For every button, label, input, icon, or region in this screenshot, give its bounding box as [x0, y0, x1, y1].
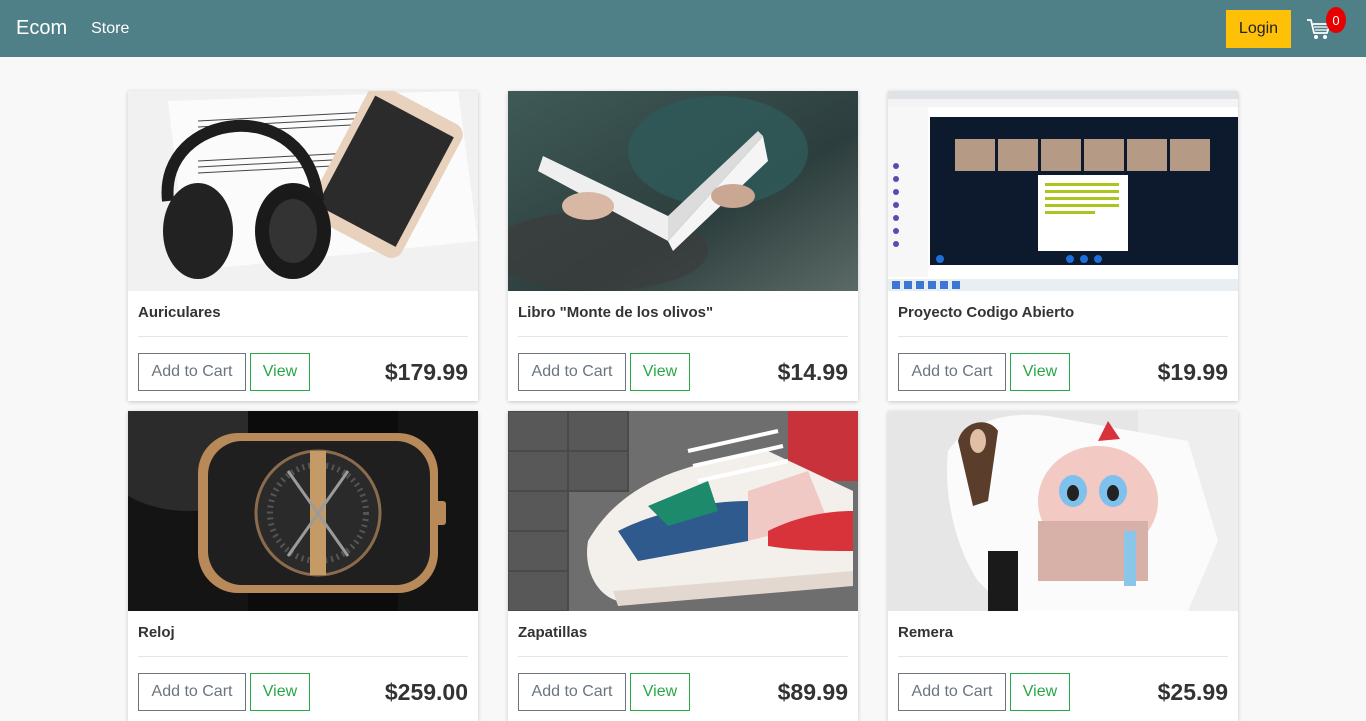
product-card: Proyecto Codigo Abierto Add to Cart View… [888, 91, 1238, 401]
view-button[interactable]: View [630, 673, 690, 711]
card-body: Remera Add to Cart View $25.99 [888, 611, 1238, 711]
cart-button[interactable]: 0 [1304, 7, 1352, 48]
card-body: Zapatillas Add to Cart View $89.99 [508, 611, 858, 711]
add-to-cart-button[interactable]: Add to Cart [898, 673, 1006, 711]
watch-photo[interactable] [128, 411, 478, 611]
card-body: Libro "Monte de los olivos" Add to Cart … [508, 291, 858, 391]
card-body: Reloj Add to Cart View $259.00 [128, 611, 478, 711]
product-card: Auriculares Add to Cart View $179.99 [128, 91, 478, 401]
view-button[interactable]: View [250, 673, 310, 711]
view-button[interactable]: View [1010, 673, 1070, 711]
nav-link-store[interactable]: Store [91, 20, 129, 38]
nav-right: Login 0 [1226, 7, 1352, 48]
product-card: Remera Add to Cart View $25.99 [888, 411, 1238, 721]
product-price: $14.99 [777, 358, 848, 385]
product-card: Reloj Add to Cart View $259.00 [128, 411, 478, 721]
card-body: Auriculares Add to Cart View $179.99 [128, 291, 478, 391]
product-price: $179.99 [384, 358, 468, 385]
card-body: Proyecto Codigo Abierto Add to Cart View… [888, 291, 1238, 391]
product-price: $89.99 [777, 678, 848, 705]
view-button[interactable]: View [630, 353, 690, 391]
cart-count-badge: 0 [1326, 7, 1346, 33]
add-to-cart-button[interactable]: Add to Cart [518, 353, 626, 391]
login-button[interactable]: Login [1226, 10, 1291, 48]
product-title: Zapatillas [518, 611, 848, 657]
tshirt-photo[interactable] [888, 411, 1238, 611]
product-price: $259.00 [384, 678, 468, 705]
product-grid: Auriculares Add to Cart View $179.99 Lib… [128, 91, 1238, 721]
headphones-photo[interactable] [128, 91, 478, 291]
product-card: Zapatillas Add to Cart View $89.99 [508, 411, 858, 721]
sneakers-photo[interactable] [508, 411, 858, 611]
card-actions: Add to Cart View $19.99 [898, 353, 1228, 391]
add-to-cart-button[interactable]: Add to Cart [138, 673, 246, 711]
card-actions: Add to Cart View $25.99 [898, 673, 1228, 711]
product-title: Reloj [138, 611, 468, 657]
add-to-cart-button[interactable]: Add to Cart [138, 353, 246, 391]
navbar: Ecom Store Login 0 [0, 0, 1366, 57]
product-title: Libro "Monte de los olivos" [518, 291, 848, 337]
card-actions: Add to Cart View $14.99 [518, 353, 848, 391]
view-button[interactable]: View [250, 353, 310, 391]
brand-logo[interactable]: Ecom [16, 17, 67, 40]
add-to-cart-button[interactable]: Add to Cart [518, 673, 626, 711]
product-title: Proyecto Codigo Abierto [898, 291, 1228, 337]
product-price: $19.99 [1157, 358, 1228, 385]
video-call-screenshot[interactable] [888, 91, 1238, 291]
card-actions: Add to Cart View $179.99 [138, 353, 468, 391]
product-price: $25.99 [1157, 678, 1228, 705]
product-title: Remera [898, 611, 1228, 657]
card-actions: Add to Cart View $89.99 [518, 673, 848, 711]
product-card: Libro "Monte de los olivos" Add to Cart … [508, 91, 858, 401]
add-to-cart-button[interactable]: Add to Cart [898, 353, 1006, 391]
view-button[interactable]: View [1010, 353, 1070, 391]
card-actions: Add to Cart View $259.00 [138, 673, 468, 711]
book-photo[interactable] [508, 91, 858, 291]
product-title: Auriculares [138, 291, 468, 337]
